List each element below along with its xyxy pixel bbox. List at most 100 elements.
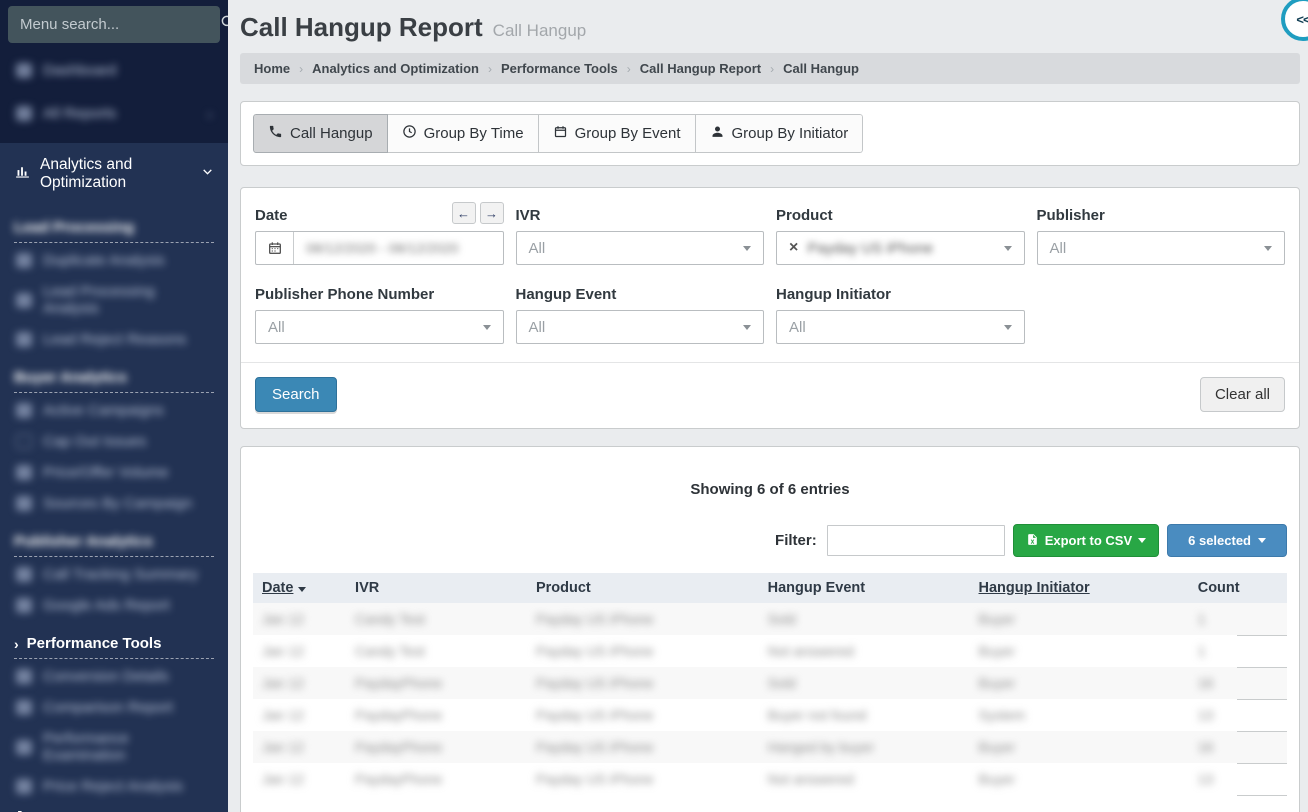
filter-hangup-event: Hangup Event All: [516, 281, 765, 344]
sidebar-item[interactable]: Lead Processing Analysis: [0, 276, 228, 324]
ivr-select[interactable]: All: [516, 231, 765, 265]
table-row[interactable]: Jan 12 PaydayPhone Payday US iPhone Sold…: [253, 667, 1287, 699]
table-row[interactable]: Jan 12 PaydayPhone Payday US iPhone Not …: [253, 763, 1287, 795]
menu-item-icon: [16, 779, 32, 794]
divider: [241, 362, 1299, 363]
breadcrumb-performance-tools[interactable]: Performance Tools: [501, 61, 618, 76]
date-next-button[interactable]: →: [480, 202, 504, 224]
sidebar-item[interactable]: Google Ads Report: [0, 590, 228, 621]
sidebar-item[interactable]: Sources By Campaign: [0, 488, 228, 519]
sidebar-section-publisher-analytics[interactable]: Publisher Analytics: [14, 525, 214, 557]
export-to-csv-button[interactable]: Export to CSV: [1013, 524, 1159, 557]
column-header-hangup-initiator[interactable]: Hangup Initiator: [970, 573, 1189, 603]
column-header-date[interactable]: Date: [253, 573, 346, 603]
sidebar: Dashboard All Reports › Analytics and Op…: [0, 0, 228, 812]
menu-item-icon: [16, 465, 32, 480]
breadcrumb-call-hangup-report[interactable]: Call Hangup Report: [640, 61, 761, 76]
column-header-count[interactable]: Count: [1189, 573, 1238, 603]
sidebar-item[interactable]: Price/Offer Volume: [0, 457, 228, 488]
hangup-initiator-label: Hangup Initiator: [776, 286, 891, 303]
breadcrumb-separator: ›: [299, 62, 303, 76]
menu-search-box[interactable]: [8, 6, 220, 43]
date-range-value: 08/12/2020 - 08/12/2020: [294, 240, 471, 256]
breadcrumb: Home › Analytics and Optimization › Perf…: [240, 53, 1300, 84]
chevron-down-icon: [1004, 325, 1012, 330]
columns-selected-button[interactable]: 6 selected: [1167, 524, 1287, 557]
column-header-product[interactable]: Product: [527, 573, 759, 603]
sidebar-item[interactable]: Price Reject Analysis: [0, 771, 228, 802]
tab-group-by-time[interactable]: Group By Time: [388, 114, 539, 153]
sidebar-group-analytics[interactable]: Analytics and Optimization: [0, 143, 228, 205]
menu-item-icon: [16, 740, 32, 755]
clock-icon: [402, 124, 417, 143]
filter-publisher: Publisher All: [1037, 202, 1286, 265]
cell-date: Jan 12: [262, 611, 304, 627]
clear-selection-icon[interactable]: ×: [789, 239, 798, 257]
sidebar-section-lead-processing[interactable]: Lead Processing: [14, 211, 214, 243]
clear-all-button[interactable]: Clear all: [1200, 377, 1285, 412]
chevron-down-icon: [743, 325, 751, 330]
sidebar-item-label: Google Ads Report: [43, 597, 170, 614]
publisher-select[interactable]: All: [1037, 231, 1286, 265]
sidebar-section-buyer-analytics[interactable]: Buyer Analytics: [14, 361, 214, 393]
results-card: Showing 6 of 6 entries Filter: Export to…: [240, 446, 1300, 812]
dashboard-icon: [16, 63, 32, 78]
sidebar-item[interactable]: Call Tracking Summary: [0, 559, 228, 590]
sidebar-item-label: Lead Processing Analysis: [43, 283, 212, 317]
menu-search-input[interactable]: [20, 16, 219, 33]
hangup-event-select[interactable]: All: [516, 310, 765, 344]
sidebar-section-performance-tools[interactable]: › Performance Tools: [14, 627, 214, 659]
cell-product: Payday US iPhone: [536, 771, 654, 787]
breadcrumb-analytics[interactable]: Analytics and Optimization: [312, 61, 479, 76]
sidebar-item[interactable]: Performance Examination: [0, 723, 228, 771]
results-table: Date IVR Product Hangup Event Hangup Ini…: [253, 573, 1287, 796]
sidebar-item[interactable]: Conversion Details: [0, 661, 228, 692]
column-header-ivr[interactable]: IVR: [346, 573, 527, 603]
phone-icon: [268, 124, 283, 143]
tab-group-by-initiator[interactable]: Group By Initiator: [696, 114, 864, 153]
cell-ivr: PaydayPhone: [355, 771, 442, 787]
cell-date: Jan 12: [262, 739, 304, 755]
ivr-label: IVR: [516, 207, 541, 224]
publisher-phone-select[interactable]: All: [255, 310, 504, 344]
person-icon: [710, 124, 725, 143]
sidebar-item[interactable]: Comparison Report: [0, 692, 228, 723]
filter-date: Date ← → 08/12/2020 - 08/12/2020: [255, 202, 504, 265]
sidebar-item-all-reports[interactable]: All Reports ›: [0, 98, 228, 129]
cell-hangup-event: Sold: [768, 611, 796, 627]
sidebar-item[interactable]: Duplicate Analysis: [0, 245, 228, 276]
search-icon: [219, 13, 228, 36]
table-header-row: Date IVR Product Hangup Event Hangup Ini…: [253, 573, 1287, 603]
table-filter-input[interactable]: [827, 525, 1005, 556]
sidebar-item[interactable]: Active Campaigns: [0, 395, 228, 426]
cell-ivr: PaydayPhone: [355, 675, 442, 691]
column-header-hangup-event[interactable]: Hangup Event: [759, 573, 970, 603]
cell-product: Payday US iPhone: [536, 707, 654, 723]
sidebar-item-dashboard[interactable]: Dashboard: [0, 55, 228, 86]
date-range-input[interactable]: 08/12/2020 - 08/12/2020: [255, 231, 504, 265]
sidebar-top-section: Dashboard All Reports ›: [0, 0, 228, 143]
hangup-initiator-select[interactable]: All: [776, 310, 1025, 344]
page-title: Call Hangup Report: [240, 12, 483, 43]
tab-group-by-event[interactable]: Group By Event: [539, 114, 696, 153]
filter-publisher-phone: Publisher Phone Number All: [255, 281, 504, 344]
sidebar-item-call-hangup-report[interactable]: Call Hangup Report: [0, 802, 228, 812]
search-button[interactable]: Search: [255, 377, 337, 412]
table-row[interactable]: Jan 12 PaydayPhone Payday US iPhone Hang…: [253, 731, 1287, 763]
chevron-right-icon: ›: [207, 106, 212, 122]
date-prev-button[interactable]: ←: [452, 202, 476, 224]
section-title: Publisher Analytics: [14, 533, 153, 550]
column-header-empty: [1237, 573, 1287, 603]
main-content: << Call Hangup Report Call Hangup Home ›…: [228, 0, 1308, 812]
sidebar-item-label: Comparison Report: [43, 699, 173, 716]
product-select[interactable]: × Payday US iPhone: [776, 231, 1025, 265]
table-row[interactable]: Jan 12 Candy Test Payday US iPhone Not a…: [253, 635, 1287, 667]
breadcrumb-home[interactable]: Home: [254, 61, 290, 76]
breadcrumb-call-hangup[interactable]: Call Hangup: [783, 61, 859, 76]
tab-bar: Call Hangup Group By Time Group By Event…: [253, 114, 863, 153]
table-row[interactable]: Jan 12 PaydayPhone Payday US iPhone Buye…: [253, 699, 1287, 731]
table-row[interactable]: Jan 12 Candy Test Payday US iPhone Sold …: [253, 603, 1287, 635]
tab-call-hangup[interactable]: Call Hangup: [253, 114, 388, 153]
sidebar-item[interactable]: Lead Reject Reasons: [0, 324, 228, 355]
sidebar-item[interactable]: Cap Out Issues: [0, 426, 228, 457]
